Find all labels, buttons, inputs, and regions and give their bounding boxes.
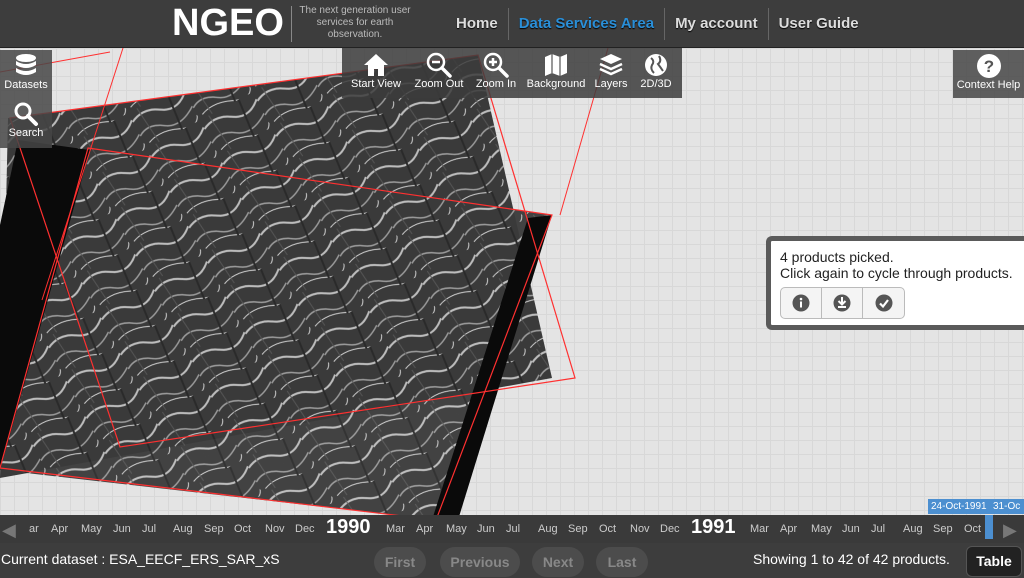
zoom-out-icon bbox=[426, 52, 452, 78]
timeline-month: Jul bbox=[871, 523, 886, 535]
timeline-month: Dec bbox=[660, 523, 680, 535]
context-help-button[interactable]: ? Context Help bbox=[953, 50, 1024, 98]
timeline-month: Aug bbox=[903, 523, 923, 535]
search-icon bbox=[14, 102, 38, 126]
datasets-label: Datasets bbox=[4, 79, 48, 91]
date-range-start[interactable]: 24-Oct-1991 bbox=[928, 499, 990, 514]
download-icon bbox=[833, 294, 851, 312]
select-button[interactable] bbox=[863, 288, 904, 318]
context-help-label: Context Help bbox=[956, 79, 1021, 91]
timeline-selection-handle[interactable] bbox=[985, 515, 993, 539]
main-nav: Home Data Services Area My account User … bbox=[446, 0, 869, 48]
background-label: Background bbox=[526, 78, 586, 90]
timeline-month: Apr bbox=[416, 523, 434, 535]
app-header: NGEO The next generation user services f… bbox=[0, 0, 1024, 48]
timeline-month: Mar bbox=[386, 523, 405, 535]
svg-text:?: ? bbox=[983, 57, 993, 76]
nav-my-account[interactable]: My account bbox=[665, 7, 768, 41]
previous-page-button[interactable]: Previous bbox=[440, 547, 520, 577]
popup-message-line1: 4 products picked. bbox=[780, 249, 894, 265]
timeline-month: Sep bbox=[568, 523, 588, 535]
zoom-in-label: Zoom In bbox=[475, 78, 517, 90]
timeline-month: Sep bbox=[933, 523, 953, 535]
timeline-month: Jun bbox=[477, 523, 495, 535]
table-button[interactable]: Table bbox=[966, 546, 1022, 577]
timeline-month: Mar bbox=[750, 523, 769, 535]
nav-data-services[interactable]: Data Services Area bbox=[509, 7, 664, 41]
date-range-end[interactable]: 31-Oc bbox=[990, 499, 1024, 514]
timeline-month: Jun bbox=[842, 523, 860, 535]
zoom-out-label: Zoom Out bbox=[414, 78, 464, 90]
bottom-bar: Current dataset : ESA_EECF_ERS_SAR_xS Fi… bbox=[0, 543, 1024, 578]
timeline-next-arrow[interactable]: ▶ bbox=[1003, 520, 1017, 541]
results-count: Showing 1 to 42 of 42 products. bbox=[753, 551, 950, 567]
timeline-month: Apr bbox=[51, 523, 69, 535]
start-view-button[interactable]: Start View bbox=[342, 48, 410, 98]
zoom-in-icon bbox=[483, 52, 509, 78]
layers-button[interactable]: Layers bbox=[588, 48, 634, 98]
timeline-year: 1990 bbox=[326, 516, 371, 538]
nav-home[interactable]: Home bbox=[446, 7, 508, 41]
timeline-month: Aug bbox=[173, 523, 193, 535]
timeline-year: 1991 bbox=[691, 516, 736, 538]
tagline: The next generation user services for ea… bbox=[299, 5, 411, 40]
nav-user-guide[interactable]: User Guide bbox=[769, 7, 869, 41]
timeline-month: Oct bbox=[234, 523, 252, 535]
help-icon: ? bbox=[976, 54, 1001, 78]
datasets-button[interactable]: Datasets bbox=[0, 50, 52, 98]
logo: NGEO bbox=[172, 2, 284, 44]
download-button[interactable] bbox=[822, 288, 863, 318]
last-page-button[interactable]: Last bbox=[596, 547, 648, 577]
timeline-month: ar bbox=[29, 523, 39, 535]
timeline-month: May bbox=[81, 523, 102, 535]
search-button[interactable]: Search bbox=[0, 98, 52, 148]
current-dataset: Current dataset : ESA_EECF_ERS_SAR_xS bbox=[1, 551, 280, 567]
check-icon bbox=[875, 294, 892, 312]
timeline-month: Jun bbox=[113, 523, 131, 535]
timeline-month: Jul bbox=[142, 523, 157, 535]
popup-button-group bbox=[780, 287, 905, 319]
timeline-month: Dec bbox=[295, 523, 315, 535]
search-label: Search bbox=[8, 127, 44, 139]
timeline-month: Apr bbox=[780, 523, 798, 535]
timeline-month: Nov bbox=[630, 523, 650, 535]
zoom-in-button[interactable]: Zoom In bbox=[468, 48, 524, 98]
logo-divider bbox=[291, 6, 292, 42]
timeline[interactable]: ◀ ar Apr May Jun Jul Aug Sep Oct Nov Dec… bbox=[0, 515, 1024, 543]
background-button[interactable]: Background bbox=[524, 48, 588, 98]
first-page-button[interactable]: First bbox=[374, 547, 426, 577]
view-mode-label: 2D/3D bbox=[640, 78, 672, 90]
globe-icon bbox=[645, 54, 667, 76]
info-button[interactable] bbox=[781, 288, 822, 318]
database-icon bbox=[16, 54, 36, 75]
zoom-out-button[interactable]: Zoom Out bbox=[410, 48, 468, 98]
picked-products-popup: 4 products picked. Click again to cycle … bbox=[766, 236, 1024, 330]
start-view-label: Start View bbox=[351, 78, 401, 90]
timeline-month: May bbox=[446, 523, 467, 535]
home-icon bbox=[364, 54, 388, 76]
timeline-month: May bbox=[811, 523, 832, 535]
layers-icon bbox=[599, 54, 623, 76]
timeline-month: Oct bbox=[599, 523, 617, 535]
timeline-prev-arrow[interactable]: ◀ bbox=[2, 520, 16, 541]
timeline-month: Jul bbox=[506, 523, 521, 535]
timeline-month: Nov bbox=[265, 523, 285, 535]
popup-message-line2: Click again to cycle through products. bbox=[780, 265, 1013, 281]
view-mode-button[interactable]: 2D/3D bbox=[634, 48, 678, 98]
timeline-month: Aug bbox=[538, 523, 558, 535]
next-page-button[interactable]: Next bbox=[532, 547, 584, 577]
map-icon bbox=[545, 54, 567, 76]
info-icon bbox=[792, 294, 810, 312]
map-toolbar: Start View Zoom Out Zoom In Background L… bbox=[342, 48, 682, 98]
timeline-month: Oct bbox=[964, 523, 982, 535]
timeline-month: Sep bbox=[204, 523, 224, 535]
layers-label: Layers bbox=[594, 78, 628, 90]
